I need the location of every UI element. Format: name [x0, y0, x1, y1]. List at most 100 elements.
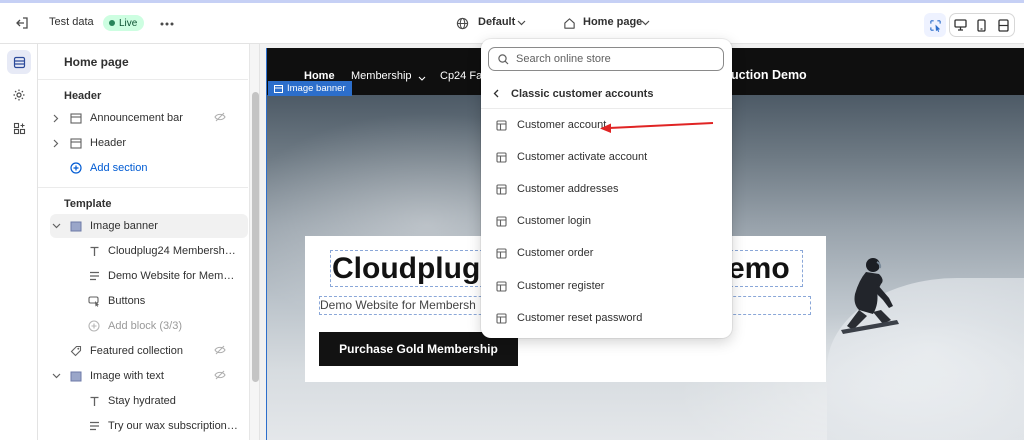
nav-link-membership[interactable]: Membership — [351, 70, 412, 82]
section-image-with-text[interactable]: Image with text — [50, 364, 248, 388]
section-featured-collection[interactable]: Featured collection — [50, 339, 248, 363]
template-option-label: Customer register — [517, 280, 605, 292]
chevron-right-icon[interactable] — [50, 114, 62, 123]
template-option-label: Customer activate account — [517, 151, 648, 163]
rail-theme-settings-button[interactable] — [7, 83, 31, 107]
paragraph-icon — [84, 421, 104, 431]
section-header[interactable]: Header — [50, 131, 248, 155]
page-selector-label: Home page — [583, 16, 643, 28]
gear-icon — [13, 89, 25, 101]
template-option-label: Customer addresses — [517, 183, 619, 195]
block-label: Cloudplug24 Membership ... — [108, 245, 238, 257]
block-label: Try our wax subscription so... — [108, 420, 238, 432]
more-actions-icon[interactable] — [158, 15, 176, 33]
top-bar: Test data Live Default Home page — [0, 0, 1024, 44]
chevron-right-icon[interactable] — [50, 139, 62, 148]
store-brand-name[interactable]: uction Demo — [731, 68, 807, 82]
status-badge: Live — [103, 15, 145, 31]
template-option-customer-addresses[interactable]: Customer addresses — [487, 176, 726, 202]
live-dot-icon — [109, 20, 115, 26]
section-label: Announcement bar — [90, 112, 183, 124]
block-text[interactable]: Try our wax subscription so... — [80, 414, 248, 438]
cursor-select-icon — [929, 19, 941, 32]
block-heading[interactable]: Cloudplug24 Membership ... — [80, 239, 248, 263]
add-section-label: Add section — [90, 162, 148, 174]
template-icon — [489, 119, 513, 131]
section-label: Header — [90, 137, 127, 149]
banner-heading-end: emo — [728, 252, 790, 285]
status-badge-label: Live — [119, 17, 138, 29]
theme-selector-label: Default — [478, 16, 516, 28]
template-option-customer-register[interactable]: Customer register — [487, 273, 726, 299]
store-name: Test data — [49, 16, 94, 28]
section-layout-icon — [274, 84, 283, 93]
template-icon — [489, 215, 513, 227]
template-icon — [489, 247, 513, 259]
button-icon — [84, 295, 104, 307]
block-text[interactable]: Demo Website for Member... — [80, 264, 248, 288]
text-icon — [84, 246, 104, 257]
search-icon — [498, 53, 509, 64]
rail-apps-button[interactable] — [7, 116, 31, 140]
theme-selector[interactable]: Default — [455, 11, 535, 37]
home-icon — [562, 16, 576, 30]
mobile-view-icon[interactable] — [971, 14, 992, 36]
template-icon — [489, 312, 513, 324]
eye-hidden-icon[interactable] — [214, 370, 226, 383]
chevron-down-icon[interactable] — [50, 223, 62, 229]
add-section-button[interactable]: Add section — [50, 156, 248, 180]
plus-circle-icon — [84, 320, 104, 332]
panel-scrollbar[interactable] — [249, 44, 259, 440]
globe-icon — [455, 16, 469, 30]
template-option-customer-activate-account[interactable]: Customer activate account — [487, 144, 726, 170]
template-option-customer-reset-password[interactable]: Customer reset password — [487, 305, 726, 331]
section-announcement-bar[interactable]: Announcement bar — [50, 106, 248, 130]
banner-heading-start: Cloudplug — [332, 252, 481, 285]
template-option-customer-account[interactable]: Customer account — [487, 112, 726, 138]
category-back-button[interactable]: Classic customer accounts — [481, 79, 732, 109]
section-layout-icon — [66, 112, 86, 124]
left-rail — [0, 44, 38, 440]
selection-tag[interactable]: Image banner — [268, 81, 352, 96]
exit-icon[interactable] — [12, 13, 32, 33]
inspector-toggle-button[interactable] — [924, 13, 946, 37]
divider — [38, 79, 248, 80]
image-section-icon — [66, 221, 86, 232]
template-option-label: Customer account — [517, 119, 607, 131]
sections-icon — [13, 56, 25, 68]
add-block-label: Add block (3/3) — [108, 320, 182, 332]
desktop-view-icon[interactable] — [950, 14, 971, 36]
template-option-label: Customer login — [517, 215, 591, 227]
block-label: Buttons — [108, 295, 146, 307]
block-buttons[interactable]: Buttons — [80, 289, 248, 313]
template-icon — [489, 151, 513, 163]
section-label: Image banner — [90, 220, 158, 232]
divider — [38, 187, 248, 188]
page-selector[interactable]: Home page — [562, 11, 654, 37]
image-section-icon — [66, 371, 86, 382]
template-option-label: Customer reset password — [517, 312, 643, 324]
chevron-left-icon — [481, 89, 511, 98]
eye-hidden-icon[interactable] — [214, 112, 226, 125]
sections-panel: Home page Header Announcement bar Header… — [38, 44, 260, 440]
panel-title: Home page — [64, 55, 129, 69]
nav-link-cp24[interactable]: Cp24 Fa — [440, 70, 482, 82]
template-option-label: Customer order — [517, 247, 594, 259]
chevron-down-icon[interactable] — [50, 373, 62, 379]
template-option-customer-order[interactable]: Customer order — [487, 240, 726, 266]
block-label: Demo Website for Member... — [108, 270, 238, 282]
section-image-banner[interactable]: Image banner — [50, 214, 248, 238]
block-heading[interactable]: Stay hydrated — [80, 389, 248, 413]
section-label: Image with text — [90, 370, 164, 382]
scrollbar-thumb[interactable] — [252, 92, 259, 382]
search-field[interactable] — [488, 47, 724, 71]
template-option-customer-login[interactable]: Customer login — [487, 208, 726, 234]
fullscreen-view-icon[interactable] — [993, 14, 1014, 36]
search-input[interactable] — [516, 53, 706, 65]
rail-sections-button[interactable] — [7, 50, 31, 74]
add-block-button[interactable]: Add block (3/3) — [80, 314, 248, 338]
eye-hidden-icon[interactable] — [214, 345, 226, 358]
chevron-down-icon — [516, 18, 526, 28]
text-icon — [84, 396, 104, 407]
paragraph-icon — [84, 271, 104, 281]
